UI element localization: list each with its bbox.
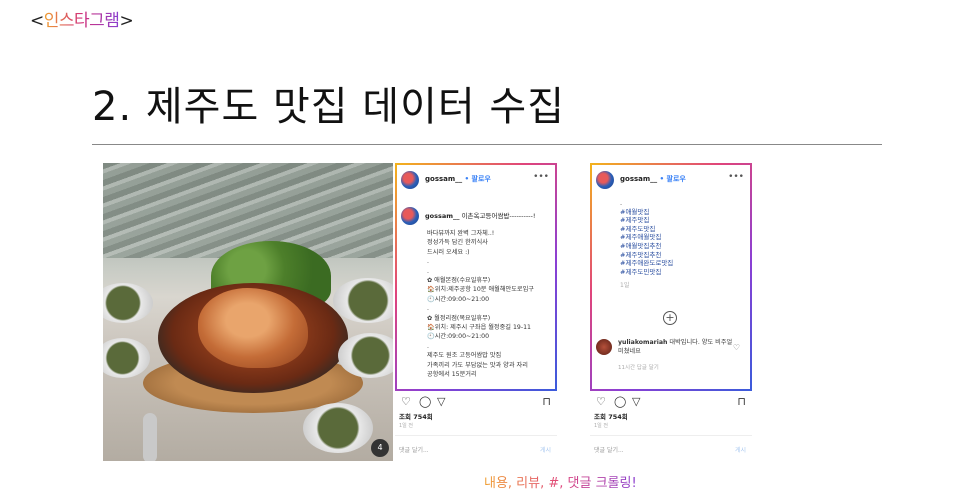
post-username[interactable]: gossam__ • 팔로우: [425, 174, 491, 184]
caption-line: 🏠위치:제주공항 10분 애월해안도로입구: [427, 286, 534, 294]
hashtag-list: . #애월맛집 #제주맛집 #제주도맛집 #제주애월맛집 #애월맛집추천 #제주…: [620, 199, 673, 289]
photo-side-dish: [103, 283, 153, 323]
view-count: 조회 754회: [399, 413, 433, 421]
post-username[interactable]: gossam__ • 팔로우: [620, 174, 686, 184]
caption-line: 🏠위치: 제주시 구좌읍 월정중길 19-11: [427, 324, 531, 332]
hashtag-link[interactable]: #제주애완도로맛집: [620, 259, 673, 268]
avatar[interactable]: [596, 339, 612, 355]
post-comment-button[interactable]: 게시: [735, 445, 746, 454]
caption-line: 🕘시간:09:00~21:00: [427, 295, 490, 303]
caption-line: .: [427, 258, 429, 266]
caption-dot: .: [620, 199, 623, 207]
caption-line: 제주도 원조 고등어쌈밥 맛집: [427, 352, 502, 360]
caption-line: ✿ 월정리점(목요일휴무): [427, 314, 491, 322]
comment-icon[interactable]: ◯: [419, 395, 431, 408]
post-comment-button[interactable]: 게시: [540, 445, 551, 454]
comment-text: yuliakomariah 대박입니다. 양도 비주얼 미쳤네요: [618, 339, 733, 355]
comment-bar: 댓글 달기... 게시: [590, 435, 752, 461]
brand-close: >: [119, 11, 134, 31]
photo-side-dish: [303, 403, 373, 453]
photo-side-dish: [333, 278, 393, 323]
page-title: 2. 제주도 맛집 데이터 수집: [92, 84, 566, 130]
caption-header: gossam__ 이촌옥고등어쌈밥----------!: [425, 212, 536, 220]
comment-icon[interactable]: ◯: [614, 395, 626, 408]
post-header: gossam__ • 팔로우 •••: [401, 171, 551, 191]
view-count: 조회 754회: [594, 413, 628, 421]
share-icon[interactable]: ▽: [437, 395, 445, 408]
photo-badge: 4: [371, 439, 389, 457]
caption-line: .: [427, 342, 429, 350]
caption-line: 드시러 오세요 :): [427, 248, 470, 256]
more-options-icon[interactable]: •••: [533, 172, 549, 182]
brand-name: 인스타그램: [43, 11, 120, 31]
avatar[interactable]: [596, 171, 614, 189]
caption-lines: 바다뷰까지 완벽 그자체..! 정성가득 담긴 한끼식사 드시러 오세요 :) …: [427, 229, 551, 380]
more-options-icon[interactable]: •••: [728, 172, 744, 182]
brand-label: <인스타그램>: [30, 6, 134, 31]
comment-input[interactable]: 댓글 달기...: [594, 445, 624, 454]
comment-bar: 댓글 달기... 게시: [395, 435, 557, 461]
food-photo: 4: [103, 163, 393, 461]
title-divider: [92, 144, 882, 145]
caption-line: 바다뷰까지 완벽 그자체..!: [427, 230, 495, 237]
hashtag-link[interactable]: #애월맛집: [620, 208, 673, 217]
caption-line: 🕘시간:09:00~21:00: [427, 333, 490, 341]
share-icon[interactable]: ▽: [632, 395, 640, 408]
photo-spoon: [143, 413, 157, 461]
instagram-post-card: gossam__ • 팔로우 ••• gossam__ 이촌옥고등어쌈밥----…: [395, 163, 557, 463]
bookmark-icon[interactable]: ⊓: [737, 395, 746, 408]
comment-like-icon[interactable]: ♡: [733, 343, 740, 352]
hashtag-link[interactable]: #제주맛집: [620, 216, 673, 225]
post-date: 1일 전: [594, 423, 608, 429]
photo-side-dish: [103, 338, 150, 378]
avatar[interactable]: [401, 171, 419, 189]
caption-line: ✿ 애월본점(수요일휴무): [427, 277, 491, 285]
bookmark-icon[interactable]: ⊓: [542, 395, 551, 408]
load-more-comments-icon[interactable]: +: [663, 311, 677, 325]
hashtag-link[interactable]: #제주맛집추천: [620, 251, 673, 260]
heart-icon[interactable]: ♡: [596, 395, 606, 408]
slide-caption: 내용, 리뷰, #, 댓글 크롤링!: [484, 472, 637, 491]
caption-line: .: [427, 267, 429, 275]
comment-meta[interactable]: 11시간 답글 달기: [618, 363, 659, 371]
post-header: gossam__ • 팔로우 •••: [596, 171, 746, 191]
caption-line: .: [427, 305, 429, 313]
brand-open: <: [30, 11, 44, 31]
caption-line: 정성가득 담긴 한끼식사: [427, 239, 488, 247]
comment-input[interactable]: 댓글 달기...: [399, 445, 429, 454]
heart-icon[interactable]: ♡: [401, 395, 411, 408]
avatar: [401, 207, 419, 225]
hashtag-link[interactable]: #애월맛집추천: [620, 242, 673, 251]
post-date: 1일 전: [399, 423, 413, 429]
follow-link[interactable]: • 팔로우: [660, 175, 686, 183]
hashtag-link[interactable]: #제주애월맛집: [620, 233, 673, 242]
caption-line: 공항에서 15분거리: [427, 371, 477, 379]
post-actions: ♡ ◯ ▽ ⊓: [399, 395, 555, 409]
instagram-post-card: gossam__ • 팔로우 ••• . #애월맛집 #제주맛집 #제주도맛집 …: [590, 163, 752, 463]
follow-link[interactable]: • 팔로우: [465, 175, 491, 183]
post-actions: ♡ ◯ ▽ ⊓: [594, 395, 750, 409]
hashtag-link[interactable]: #제주도민맛집: [620, 268, 673, 277]
caption-time: 1일: [620, 282, 630, 290]
caption-line: 가족끼리 가도 부담없는 맛과 양과 자리: [427, 361, 528, 369]
